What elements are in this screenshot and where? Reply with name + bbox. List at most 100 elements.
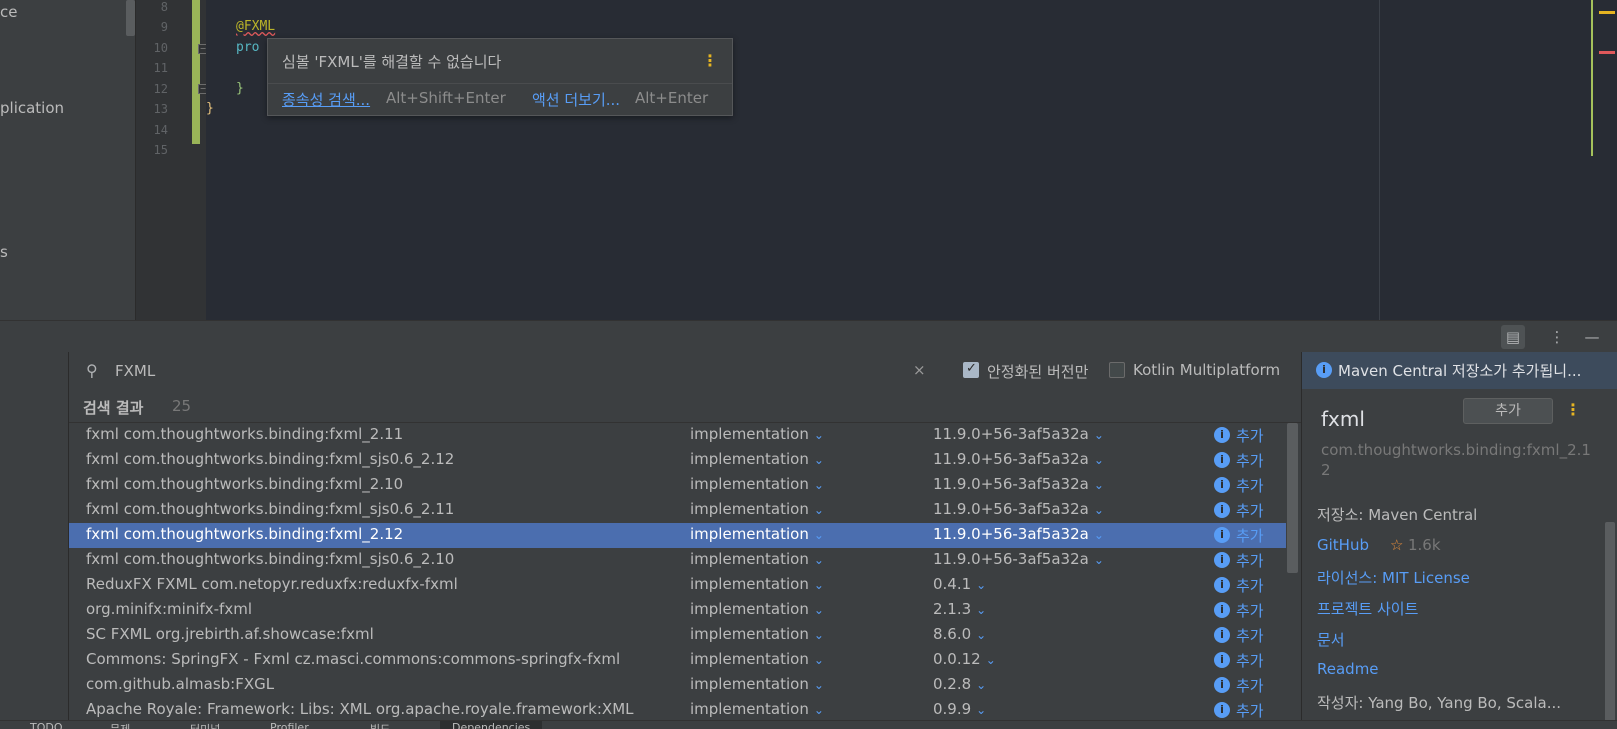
add-link[interactable]: 추가 <box>1236 425 1264 446</box>
tab-dependencies[interactable]: Dependencies <box>440 721 543 729</box>
scope-select[interactable]: implementation ⌄ <box>690 450 824 468</box>
add-link[interactable]: 추가 <box>1236 650 1264 671</box>
info-icon[interactable]: i <box>1214 502 1230 518</box>
tab-todo[interactable]: TODO <box>30 721 63 729</box>
add-link[interactable]: 추가 <box>1236 625 1264 646</box>
info-icon[interactable]: i <box>1214 677 1230 693</box>
result-row[interactable]: fxml com.thoughtworks.binding:fxml_2.10 i… <box>69 473 1286 498</box>
result-row[interactable]: ReduxFX FXML com.netopyr.reduxfx:reduxfx… <box>69 573 1286 598</box>
tab-build[interactable]: 빌드 <box>370 721 390 729</box>
options-icon[interactable]: ⋮ <box>1545 325 1569 349</box>
scope-select[interactable]: implementation ⌄ <box>690 525 824 543</box>
add-link[interactable]: 추가 <box>1236 550 1264 571</box>
search-input[interactable] <box>115 360 965 382</box>
info-icon[interactable]: i <box>1214 452 1230 468</box>
scope-select[interactable]: implementation ⌄ <box>690 425 824 443</box>
scope-select[interactable]: implementation ⌄ <box>690 550 824 568</box>
scope-select[interactable]: implementation ⌄ <box>690 700 824 718</box>
result-row[interactable]: com.github.almasb:FXGL implementation ⌄ 0.2… <box>69 673 1286 698</box>
add-dependency-button[interactable]: 추가 <box>1463 398 1553 424</box>
add-link[interactable]: 추가 <box>1236 675 1264 696</box>
error-marker[interactable] <box>1599 51 1615 54</box>
stable-only-label[interactable]: 안정화된 버전만 <box>987 361 1088 382</box>
github-link[interactable]: GitHub <box>1317 536 1369 554</box>
version-select[interactable]: 8.6.0 ⌄ <box>933 625 986 643</box>
results-list[interactable]: fxml com.thoughtworks.binding:fxml_2.11 i… <box>69 423 1286 720</box>
project-site-link[interactable]: 프로젝트 사이트 <box>1317 598 1418 619</box>
project-tree-item[interactable]: plication <box>0 99 64 117</box>
add-link[interactable]: 추가 <box>1236 525 1264 546</box>
info-icon[interactable]: i <box>1214 602 1230 618</box>
layout-toggle-icon[interactable]: ▤ <box>1501 325 1525 349</box>
kotlin-multiplatform-checkbox[interactable] <box>1109 362 1125 378</box>
version-select[interactable]: 11.9.0+56-3af5a32a ⌄ <box>933 450 1104 468</box>
version-select[interactable]: 0.4.1 ⌄ <box>933 575 986 593</box>
warning-marker[interactable] <box>1599 11 1615 14</box>
results-scrollbar[interactable] <box>1287 423 1298 573</box>
clear-icon[interactable]: × <box>913 361 926 379</box>
result-row[interactable]: org.minifx:minifx-fxml implementation ⌄ 2.1… <box>69 598 1286 623</box>
scope-select[interactable]: implementation ⌄ <box>690 625 824 643</box>
readme-link[interactable]: Readme <box>1317 660 1379 678</box>
result-row[interactable]: fxml com.thoughtworks.binding:fxml_sjs0.… <box>69 448 1286 473</box>
info-icon[interactable]: i <box>1214 477 1230 493</box>
result-name: Commons: SpringFX - Fxml cz.masci.common… <box>86 650 621 668</box>
add-link[interactable]: 추가 <box>1236 600 1264 621</box>
more-options-icon[interactable]: ⋮ <box>1565 400 1581 419</box>
version-select[interactable]: 0.2.8 ⌄ <box>933 675 986 693</box>
info-icon[interactable]: i <box>1214 527 1230 543</box>
tab-profiler[interactable]: Profiler <box>270 721 309 729</box>
more-actions-link[interactable]: 액션 더보기... <box>532 89 620 110</box>
tool-window-header: ▤ ⋮ — <box>0 320 1617 352</box>
result-row[interactable]: Apache Royale: Framework: Libs: XML org.… <box>69 698 1286 720</box>
scope-select[interactable]: implementation ⌄ <box>690 475 824 493</box>
stable-only-checkbox[interactable] <box>963 361 979 378</box>
info-icon[interactable]: i <box>1214 577 1230 593</box>
version-select[interactable]: 11.9.0+56-3af5a32a ⌄ <box>933 500 1104 518</box>
scope-select[interactable]: implementation ⌄ <box>690 500 824 518</box>
scope-select[interactable]: implementation ⌄ <box>690 600 824 618</box>
scope-select[interactable]: implementation ⌄ <box>690 575 824 593</box>
result-row[interactable]: fxml com.thoughtworks.binding:fxml_sjs0.… <box>69 548 1286 573</box>
result-name: fxml com.thoughtworks.binding:fxml_2.10 <box>86 475 404 493</box>
version-select[interactable]: 2.1.3 ⌄ <box>933 600 986 618</box>
docs-link[interactable]: 문서 <box>1317 629 1345 650</box>
add-link[interactable]: 추가 <box>1236 575 1264 596</box>
minimize-icon[interactable]: — <box>1580 325 1604 349</box>
scope-select[interactable]: implementation ⌄ <box>690 675 824 693</box>
add-link[interactable]: 추가 <box>1236 475 1264 496</box>
kotlin-multiplatform-label[interactable]: Kotlin Multiplatform <box>1133 361 1280 379</box>
license-link[interactable]: 라이선스: MIT License <box>1317 567 1470 588</box>
add-link[interactable]: 추가 <box>1236 450 1264 471</box>
info-icon[interactable]: i <box>1214 652 1230 668</box>
version-select[interactable]: 11.9.0+56-3af5a32a ⌄ <box>933 425 1104 443</box>
scope-select[interactable]: implementation ⌄ <box>690 650 824 668</box>
result-row[interactable]: SC FXML org.jrebirth.af.showcase:fxml imp… <box>69 623 1286 648</box>
result-row[interactable]: Commons: SpringFX - Fxml cz.masci.common… <box>69 648 1286 673</box>
version-select[interactable]: 11.9.0+56-3af5a32a ⌄ <box>933 525 1104 543</box>
info-icon[interactable]: i <box>1214 552 1230 568</box>
result-row[interactable]: fxml com.thoughtworks.binding:fxml_2.12 i… <box>69 523 1286 548</box>
version-select[interactable]: 0.0.12 ⌄ <box>933 650 996 668</box>
details-scrollbar[interactable] <box>1605 522 1615 722</box>
add-link[interactable]: 추가 <box>1236 700 1264 720</box>
more-options-icon[interactable]: ⋮ <box>702 51 718 70</box>
info-icon[interactable]: i <box>1214 427 1230 443</box>
info-icon[interactable]: i <box>1214 627 1230 643</box>
version-select[interactable]: 11.9.0+56-3af5a32a ⌄ <box>933 475 1104 493</box>
error-stripe[interactable] <box>1591 0 1617 320</box>
info-icon[interactable]: i <box>1214 702 1230 718</box>
chevron-down-icon: ⌄ <box>1093 478 1104 492</box>
result-row[interactable]: fxml com.thoughtworks.binding:fxml_sjs0.… <box>69 498 1286 523</box>
tab-problems[interactable]: 문제 <box>110 721 130 729</box>
search-dependency-link[interactable]: 종속성 검색... <box>282 89 370 110</box>
project-scrollbar[interactable] <box>126 0 135 36</box>
add-link[interactable]: 추가 <box>1236 500 1264 521</box>
project-tree-item[interactable]: s <box>0 243 8 261</box>
result-row[interactable]: fxml com.thoughtworks.binding:fxml_2.11 i… <box>69 423 1286 448</box>
version-select[interactable]: 0.9.9 ⌄ <box>933 700 986 718</box>
tab-terminal[interactable]: 터미널 <box>190 721 220 729</box>
project-tree-item[interactable]: ce <box>0 3 17 21</box>
vcs-change-marker[interactable] <box>192 0 200 144</box>
version-select[interactable]: 11.9.0+56-3af5a32a ⌄ <box>933 550 1104 568</box>
